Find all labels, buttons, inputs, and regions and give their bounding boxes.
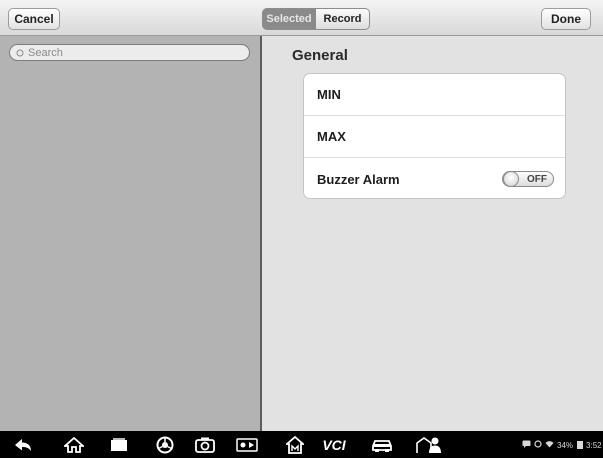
view-segmented-control: Selected Record [262, 8, 370, 30]
setting-label: MIN [317, 87, 341, 102]
bottom-nav-bar: VCI 34% 3:52 [0, 431, 603, 458]
toggle-knob [503, 171, 519, 187]
done-button[interactable]: Done [541, 8, 591, 30]
wifi-icon [545, 440, 554, 450]
clock: 3:52 [586, 440, 602, 450]
tab-record[interactable]: Record [316, 8, 370, 30]
status-area: 34% 3:52 [522, 437, 602, 453]
setting-label: MAX [317, 129, 346, 144]
setting-row-max[interactable]: MAX [304, 116, 565, 158]
settings-pane: General MIN MAX Buzzer Alarm OFF [262, 36, 603, 431]
parameter-list-pane [0, 36, 260, 431]
section-title: General [292, 47, 348, 64]
search-input[interactable] [28, 45, 238, 60]
battery-icon [577, 441, 584, 449]
setting-row-min[interactable]: MIN [304, 74, 565, 116]
service-shop-icon[interactable] [415, 435, 443, 455]
settings-group: MIN MAX Buzzer Alarm OFF [303, 73, 566, 199]
top-toolbar: Cancel Selected Record Done [0, 0, 603, 36]
search-box[interactable] [9, 44, 250, 61]
message-icon [522, 440, 531, 450]
recent-apps-icon[interactable] [108, 435, 130, 455]
camera-icon[interactable] [193, 435, 217, 455]
vci-icon[interactable]: VCI [318, 435, 350, 455]
sync-icon [534, 440, 542, 450]
back-icon[interactable] [12, 435, 34, 455]
maxisys-home-icon[interactable] [284, 435, 306, 455]
buzzer-alarm-toggle[interactable]: OFF [502, 171, 554, 187]
setting-row-buzzer-alarm: Buzzer Alarm OFF [304, 158, 565, 198]
vci-label: VCI [322, 437, 346, 453]
search-icon [16, 44, 24, 62]
battery-percent: 34% [557, 440, 574, 450]
tab-selected[interactable]: Selected [262, 8, 316, 30]
browser-icon[interactable] [154, 435, 176, 455]
cancel-button[interactable]: Cancel [8, 8, 60, 30]
setting-label: Buzzer Alarm [317, 171, 400, 187]
car-icon[interactable] [369, 435, 395, 455]
toggle-state: OFF [527, 173, 547, 185]
home-icon[interactable] [63, 435, 85, 455]
display-icon[interactable] [235, 435, 259, 455]
